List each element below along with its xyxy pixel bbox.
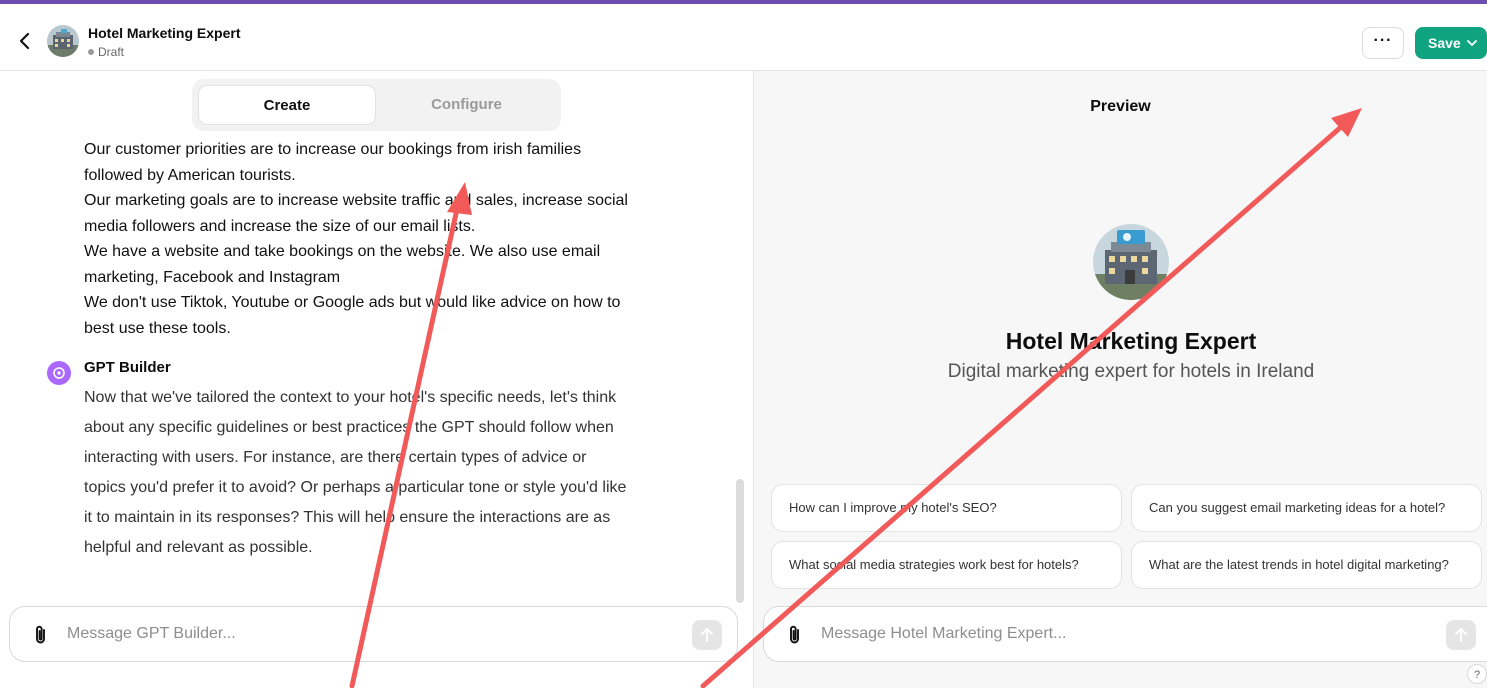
tab-configure[interactable]: Configure [378,85,555,125]
chat-scrollbar[interactable] [736,479,744,603]
assistant-name: GPT Builder [84,359,171,376]
preview-input-box [763,606,1487,662]
draft-status: Draft [88,45,124,59]
header: Hotel Marketing Expert Draft ··· Save [0,4,1487,71]
user-message-line: We have a website and take bookings on t… [84,243,601,286]
gpt-builder-icon [47,361,71,385]
preview-message-input[interactable] [821,623,1421,645]
chevron-down-icon [1467,40,1477,47]
tab-create[interactable]: Create [198,85,376,125]
gpt-avatar [47,25,79,57]
gpt-title: Hotel Marketing Expert [88,25,241,41]
suggestion-card[interactable]: What are the latest trends in hotel digi… [1131,541,1482,589]
preview-send-button[interactable] [1446,620,1476,650]
preview-heading: Preview [1090,98,1151,115]
paperclip-icon[interactable] [31,624,51,646]
suggestion-card[interactable]: Can you suggest email marketing ideas fo… [1131,484,1482,532]
user-message-line: Our marketing goals are to increase webs… [84,192,628,235]
status-dot-icon [88,49,94,55]
user-message-line: Our customer priorities are to increase … [84,141,582,184]
user-message-line: We don't use Tiktok, Youtube or Google a… [84,294,621,337]
send-arrow-icon [1455,628,1467,642]
mode-tabs: Create Configure [192,79,561,131]
builder-input-box [9,606,738,662]
paperclip-icon[interactable] [785,624,805,646]
status-text: Draft [98,45,125,59]
send-button[interactable] [692,620,722,650]
user-message: Our customer priorities are to increase … [84,137,629,341]
preview-gpt-description: Digital marketing expert for hotels in I… [947,361,1315,382]
builder-panel: Create Configure Our customer priorities… [0,71,753,688]
send-arrow-icon [701,628,713,642]
suggestion-card[interactable]: How can I improve my hotel's SEO? [771,484,1122,532]
save-button[interactable]: Save [1415,27,1487,59]
assistant-message: Now that we've tailored the context to y… [84,389,627,556]
save-label: Save [1428,35,1461,51]
builder-message-input[interactable] [67,623,667,645]
suggestion-card[interactable]: What social media strategies work best f… [771,541,1122,589]
back-chevron-icon[interactable] [14,30,36,52]
preview-panel: Preview Hotel Marketing Expert Digital m… [754,71,1487,688]
help-button[interactable]: ? [1467,664,1487,684]
preview-gpt-avatar [1093,224,1169,300]
more-options-button[interactable]: ··· [1362,27,1404,59]
preview-gpt-name: Hotel Marketing Expert [1005,328,1257,354]
